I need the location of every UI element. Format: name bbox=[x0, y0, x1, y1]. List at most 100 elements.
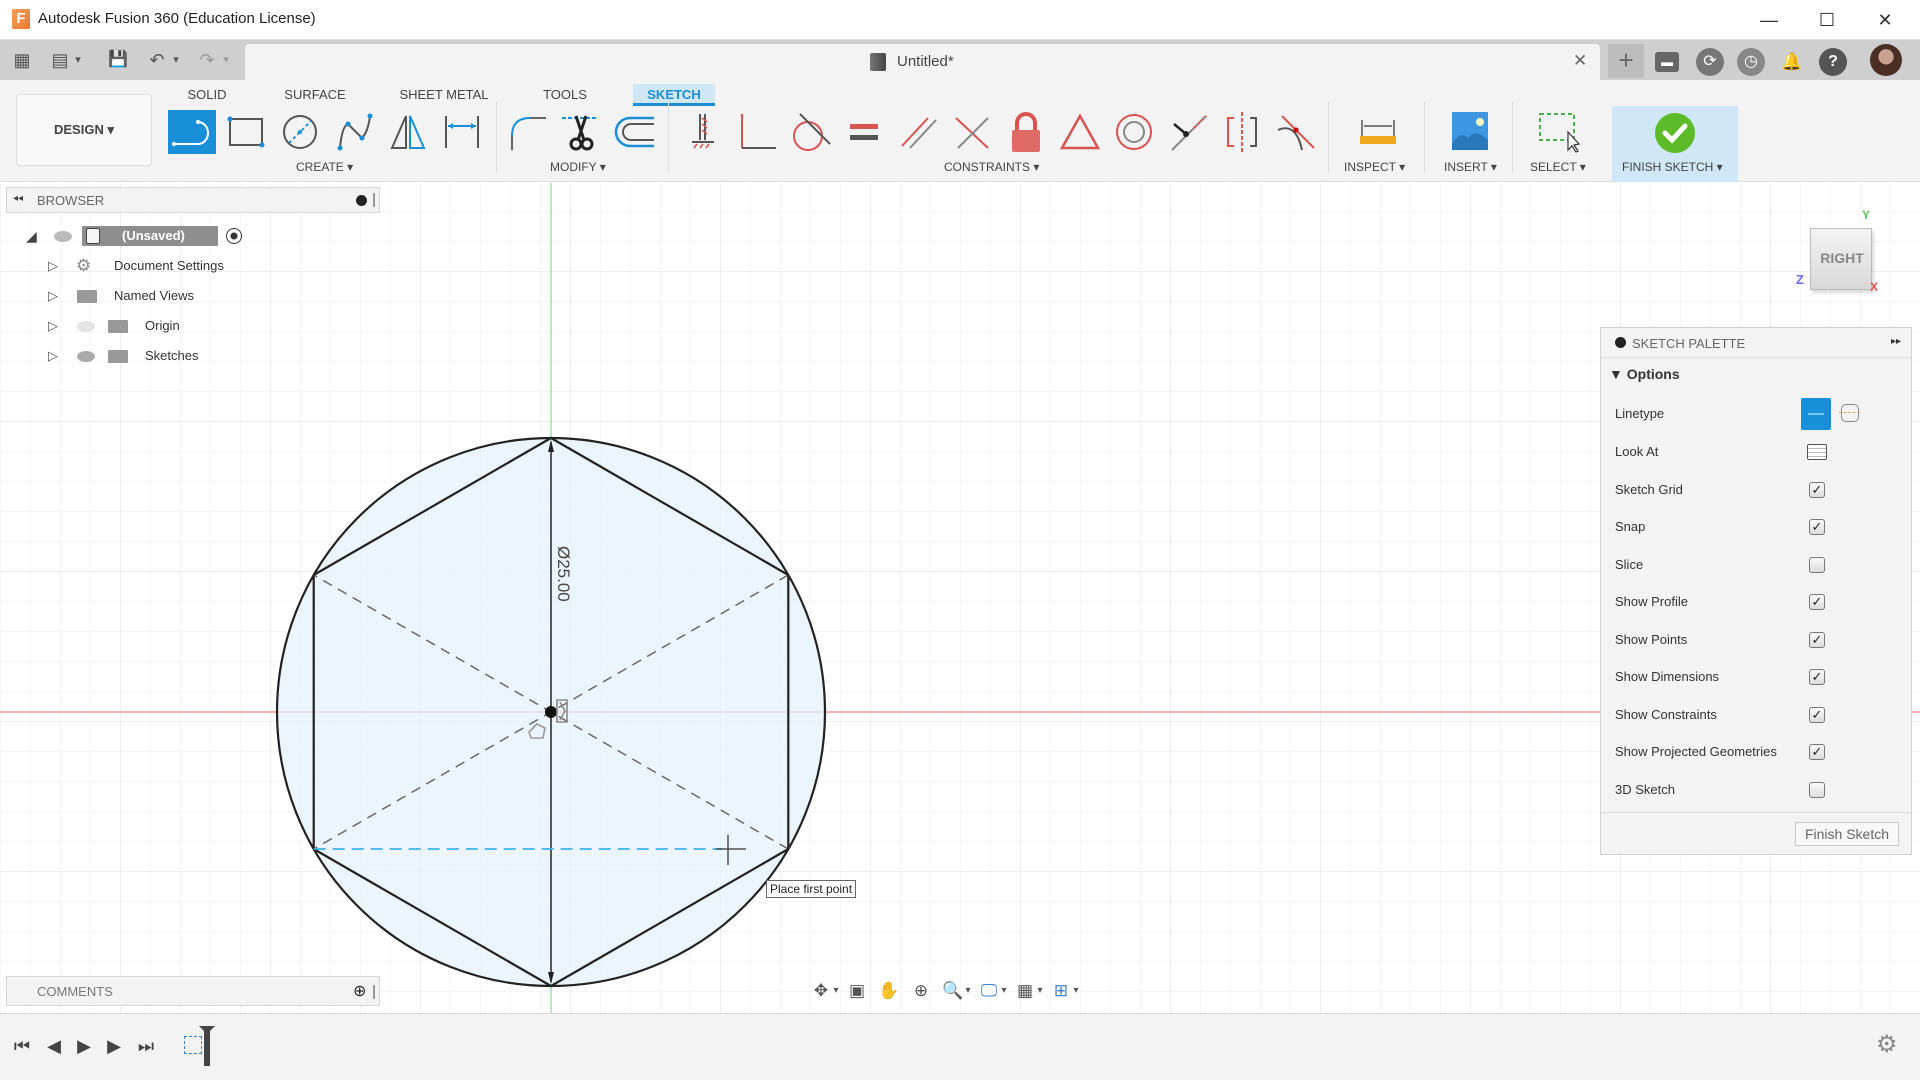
normal-linetype-button[interactable] bbox=[1801, 398, 1831, 430]
browser-root-row[interactable]: ◢ (Unsaved) bbox=[26, 224, 242, 248]
sketch-feature-icon[interactable] bbox=[184, 1036, 202, 1054]
curvature-constraint-tool[interactable] bbox=[1272, 110, 1320, 154]
diameter-dimension[interactable]: Ø25.00 bbox=[554, 546, 573, 602]
grid-dropdown-icon[interactable]: ▾ bbox=[1034, 978, 1046, 1004]
file-menu-icon[interactable]: ▤ bbox=[48, 48, 72, 72]
rectangle-tool[interactable] bbox=[222, 110, 270, 154]
expand-arrow-icon[interactable]: ▷ bbox=[48, 314, 62, 338]
midpoint-constraint-tool[interactable] bbox=[1056, 110, 1104, 154]
extensions-icon[interactable]: ⟳ bbox=[1696, 48, 1724, 76]
play-button[interactable]: ▶ bbox=[72, 1034, 96, 1058]
close-tab-button[interactable]: ✕ bbox=[1573, 51, 1587, 71]
show-constraints-checkbox[interactable]: ✓ bbox=[1809, 707, 1825, 723]
data-panel-grid-icon[interactable]: ▦ bbox=[10, 48, 34, 72]
timeline-settings-icon[interactable]: ⚙ bbox=[1876, 1030, 1898, 1059]
help-icon[interactable]: ? bbox=[1819, 48, 1847, 76]
timeline-marker-head[interactable] bbox=[199, 1026, 215, 1034]
collapse-root-icon[interactable]: ◢ bbox=[26, 224, 37, 248]
concentric-constraint-tool[interactable] bbox=[1110, 110, 1158, 154]
perpendicular-lines-tool[interactable] bbox=[948, 110, 996, 154]
view-cube[interactable]: RIGHT bbox=[1810, 228, 1872, 290]
show-profile-checkbox[interactable]: ✓ bbox=[1809, 594, 1825, 610]
go-to-start-button[interactable]: ⏮ bbox=[10, 1034, 34, 1058]
browser-item-named-views[interactable]: ▷ Named Views bbox=[48, 284, 248, 308]
fix-unfix-tool[interactable] bbox=[1002, 110, 1050, 154]
modify-menu[interactable]: MODIFY ▾ bbox=[550, 160, 606, 174]
circle-tool[interactable] bbox=[276, 110, 324, 154]
visibility-hidden-icon[interactable] bbox=[77, 321, 95, 332]
save-icon[interactable]: 💾 bbox=[106, 48, 130, 72]
finish-sketch-button[interactable]: FINISH SKETCH ▾ bbox=[1612, 106, 1738, 182]
line-tool[interactable] bbox=[168, 110, 216, 154]
user-avatar[interactable] bbox=[1870, 44, 1902, 76]
undo-dropdown-icon[interactable]: ▾ bbox=[170, 48, 182, 72]
expand-arrow-icon[interactable]: ▷ bbox=[48, 284, 62, 308]
document-tab[interactable]: Untitled* ✕ bbox=[245, 44, 1600, 80]
sketch-grid-checkbox[interactable]: ✓ bbox=[1809, 482, 1825, 498]
undo-icon[interactable]: ↶ bbox=[146, 48, 168, 72]
construction-linetype-button[interactable] bbox=[1839, 404, 1860, 422]
tab-tools[interactable]: TOOLS bbox=[536, 84, 594, 106]
workspace-switcher[interactable]: DESIGN ▾ bbox=[16, 94, 152, 166]
expand-arrow-icon[interactable]: ▷ bbox=[48, 344, 62, 368]
symmetry-constraint-tool[interactable] bbox=[1218, 110, 1266, 154]
create-menu[interactable]: CREATE ▾ bbox=[296, 160, 353, 174]
job-status-icon[interactable]: ◷ bbox=[1737, 48, 1765, 76]
fillet-tool[interactable] bbox=[502, 110, 550, 154]
panel-drag-handle[interactable] bbox=[373, 985, 375, 999]
file-dropdown-icon[interactable]: ▾ bbox=[72, 48, 84, 72]
tab-sketch[interactable]: SKETCH bbox=[633, 84, 715, 106]
visibility-eye-icon[interactable] bbox=[77, 351, 95, 362]
viewports-dropdown-icon[interactable]: ▾ bbox=[1070, 978, 1082, 1004]
look-at-nav-icon[interactable]: ▣ bbox=[844, 978, 870, 1004]
options-section-toggle[interactable]: ▼ Options bbox=[1609, 366, 1680, 382]
tangent-constraint-tool[interactable] bbox=[786, 110, 834, 154]
show-dimensions-checkbox[interactable]: ✓ bbox=[1809, 669, 1825, 685]
orbit-dropdown-icon[interactable]: ▾ bbox=[830, 978, 842, 1004]
center-point[interactable] bbox=[545, 706, 557, 718]
palette-finish-sketch-button[interactable]: Finish Sketch bbox=[1795, 822, 1899, 846]
insert-menu[interactable]: INSERT ▾ bbox=[1444, 160, 1497, 174]
chat-icon[interactable]: ▬ bbox=[1655, 52, 1679, 72]
tab-surface[interactable]: SURFACE bbox=[278, 84, 352, 106]
visibility-eye-icon[interactable] bbox=[54, 231, 72, 242]
add-comment-icon[interactable]: ⊕ bbox=[353, 981, 366, 1001]
zoom-icon[interactable]: ⊕ bbox=[908, 978, 934, 1004]
pan-icon[interactable]: ✋ bbox=[876, 978, 902, 1004]
browser-item-sketches[interactable]: ▷ Sketches bbox=[48, 344, 248, 368]
tab-solid[interactable]: SOLID bbox=[178, 84, 236, 106]
step-forward-button[interactable]: ▶ bbox=[102, 1034, 126, 1058]
expand-arrow-icon[interactable]: ▷ bbox=[48, 254, 62, 278]
3d-sketch-checkbox[interactable] bbox=[1809, 782, 1825, 798]
browser-item-origin[interactable]: ▷ Origin bbox=[48, 314, 248, 338]
insert-canvas-tool[interactable] bbox=[1446, 110, 1494, 154]
inspect-menu[interactable]: INSPECT ▾ bbox=[1344, 160, 1405, 174]
spline-tool[interactable] bbox=[330, 110, 378, 154]
fix-constraint-tool[interactable] bbox=[678, 110, 726, 154]
panel-drag-handle[interactable] bbox=[373, 193, 375, 207]
mirror-tool[interactable] bbox=[384, 110, 432, 154]
go-to-end-button[interactable]: ⏭ bbox=[134, 1034, 158, 1058]
maximize-button[interactable]: ☐ bbox=[1798, 0, 1856, 40]
display-dropdown-icon[interactable]: ▾ bbox=[998, 978, 1010, 1004]
select-tool[interactable] bbox=[1534, 110, 1582, 154]
perpendicular-constraint-tool[interactable] bbox=[732, 110, 780, 154]
constraints-menu[interactable]: CONSTRAINTS ▾ bbox=[944, 160, 1039, 174]
close-window-button[interactable]: ✕ bbox=[1856, 0, 1914, 40]
parallel-constraint-tool[interactable] bbox=[894, 110, 942, 154]
collapse-browser-icon[interactable]: ◂◂ bbox=[13, 193, 23, 204]
expand-palette-icon[interactable]: ▸▸ bbox=[1891, 336, 1901, 347]
palette-options-icon[interactable] bbox=[1615, 337, 1626, 348]
trim-tool[interactable] bbox=[556, 110, 604, 154]
show-points-checkbox[interactable]: ✓ bbox=[1809, 632, 1825, 648]
browser-options-icon[interactable] bbox=[356, 195, 367, 206]
offset-tool[interactable] bbox=[610, 110, 658, 154]
look-at-icon[interactable] bbox=[1807, 444, 1827, 460]
select-menu[interactable]: SELECT ▾ bbox=[1530, 160, 1586, 174]
activate-radio-icon[interactable] bbox=[226, 228, 242, 244]
step-back-button[interactable]: ◀ bbox=[42, 1034, 66, 1058]
slice-checkbox[interactable] bbox=[1809, 557, 1825, 573]
dimension-tool[interactable] bbox=[438, 110, 486, 154]
measure-tool[interactable] bbox=[1354, 110, 1402, 154]
notifications-icon[interactable]: 🔔 bbox=[1778, 48, 1806, 76]
